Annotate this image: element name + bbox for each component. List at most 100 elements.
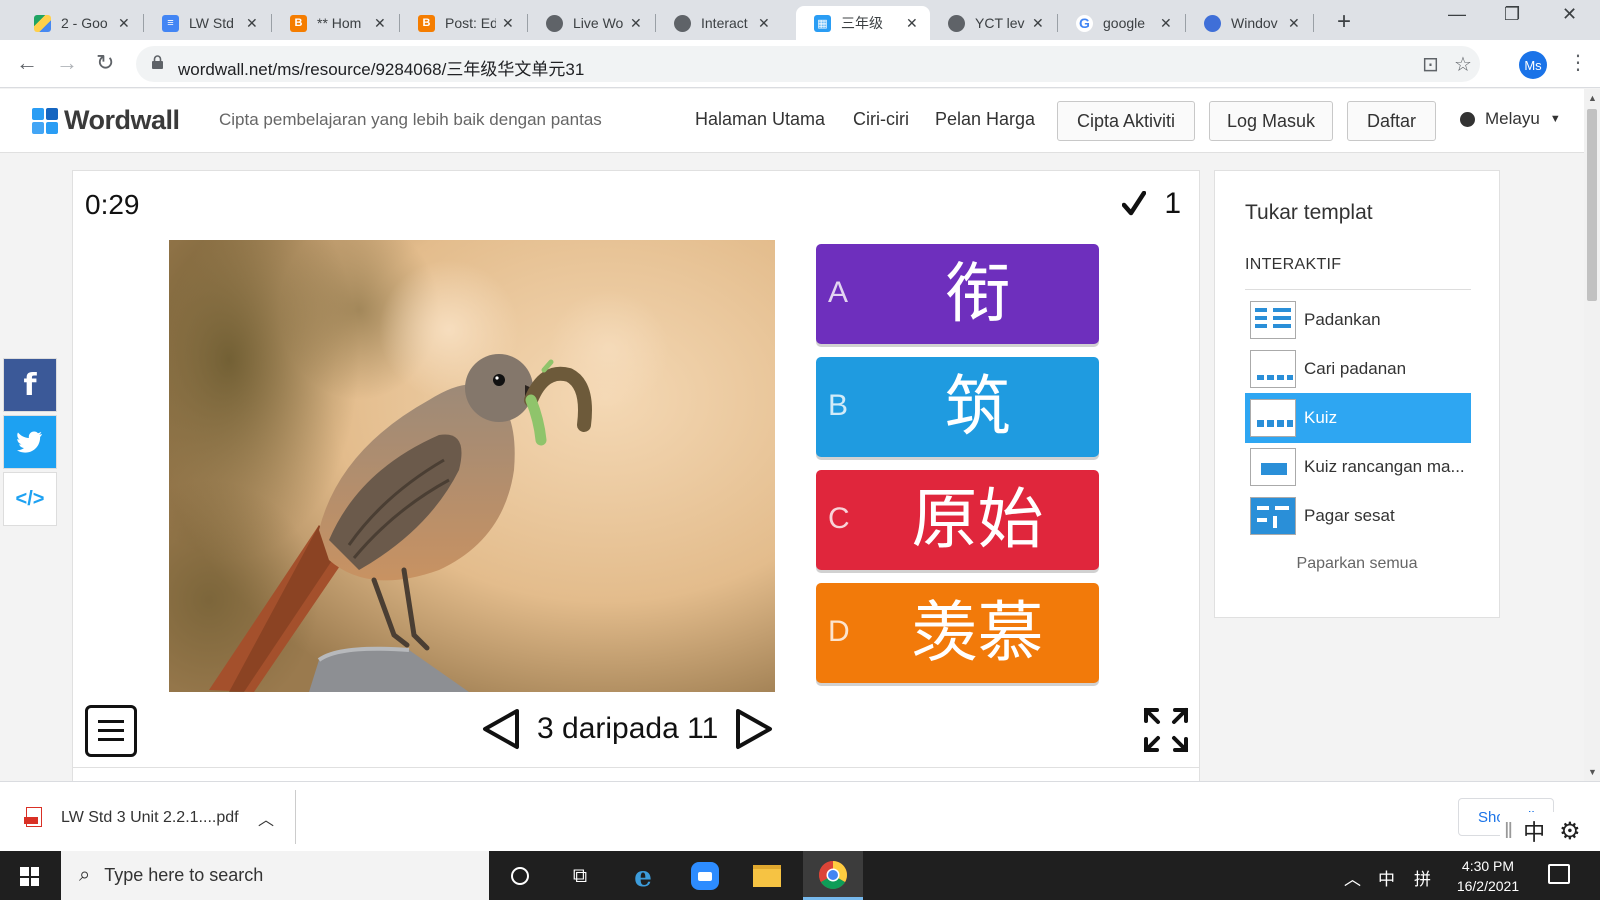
close-icon[interactable]: ✕ (374, 15, 390, 32)
gameshow-quiz-template-icon (1250, 448, 1296, 486)
template-item-gameshow-quiz[interactable]: Kuiz rancangan ma... (1245, 442, 1471, 492)
lock-icon (152, 55, 163, 69)
browser-tab[interactable]: Interact ✕ (656, 6, 782, 40)
template-item-find-match[interactable]: Cari padanan (1245, 344, 1471, 394)
download-separator (295, 790, 296, 844)
notifications-icon[interactable] (1548, 864, 1570, 884)
tray-chevron-up-icon[interactable]: ︿ (1344, 865, 1361, 890)
ime-language-indicator[interactable]: 中 (1378, 865, 1395, 890)
language-selector[interactable]: Melayu ▼ (1460, 109, 1561, 129)
bird-with-caterpillar-image (169, 240, 775, 692)
template-item-label: Pagar sesat (1304, 506, 1395, 525)
close-icon[interactable]: ✕ (118, 15, 134, 32)
nav-home-link[interactable]: Halaman Utama (695, 109, 825, 130)
scroll-up-icon[interactable]: ▲ (1588, 93, 1597, 103)
google-docs-icon: ≡ (162, 14, 179, 32)
browser-tab[interactable]: Live Wo ✕ (528, 6, 654, 40)
previous-question-icon[interactable] (481, 707, 521, 751)
address-bar[interactable]: wordwall.net/ms/resource/9284068/三年级华文单元… (136, 46, 1480, 82)
restore-icon[interactable]: ❐ (1504, 4, 1520, 25)
file-explorer-icon[interactable] (752, 861, 782, 891)
forward-icon[interactable]: → (56, 50, 78, 76)
answer-option-b[interactable]: B 筑 (816, 357, 1099, 457)
answer-option-a[interactable]: A 衔 (816, 244, 1099, 344)
zoom-app-icon[interactable] (690, 861, 720, 891)
back-icon[interactable]: ← (16, 50, 38, 76)
answer-letter: A (828, 276, 849, 309)
download-filename[interactable]: LW Std 3 Unit 2.2.1....pdf (61, 809, 239, 827)
caret-down-icon: ▼ (1549, 113, 1561, 125)
browser-tab[interactable]: ≡ LW Std ✕ (144, 6, 270, 40)
answer-option-d[interactable]: D 羡慕 (816, 583, 1099, 683)
reload-icon[interactable]: ↻ (96, 50, 114, 76)
page-scrollbar[interactable]: ▲ ▼ (1584, 89, 1600, 781)
show-all-templates-link[interactable]: Paparkan semua (1215, 555, 1499, 573)
template-item-maze-chase[interactable]: Pagar sesat (1245, 491, 1471, 541)
close-icon[interactable]: ✕ (1032, 15, 1048, 32)
login-button[interactable]: Log Masuk (1209, 101, 1333, 141)
close-icon[interactable]: ✕ (1288, 15, 1304, 32)
menu-button[interactable] (85, 705, 137, 757)
taskbar-search-box[interactable]: ⌕ Type here to search (61, 851, 489, 900)
close-icon[interactable]: ✕ (1160, 15, 1176, 32)
close-icon[interactable]: ✕ (630, 15, 646, 32)
chevron-up-icon[interactable]: ︿ (258, 806, 274, 830)
ime-pinyin-indicator[interactable]: 拼 (1414, 865, 1431, 890)
chrome-taskbar-button[interactable] (803, 851, 863, 900)
edge-browser-icon[interactable]: e (628, 860, 658, 893)
pdf-file-icon (24, 807, 42, 827)
answer-option-c[interactable]: C 原始 (816, 470, 1099, 570)
system-clock[interactable]: 4:30 PM 16/2/2021 (1440, 856, 1536, 896)
blogger-icon: B (290, 14, 307, 32)
minimize-icon[interactable]: — (1448, 4, 1466, 25)
translate-icon[interactable]: ⊡ (1422, 52, 1439, 77)
template-item-match[interactable]: Padankan (1245, 295, 1471, 345)
browser-tab[interactable]: B Post: Ed ✕ (400, 6, 526, 40)
browser-tab[interactable]: YCT lev ✕ (930, 6, 1056, 40)
browser-tab-active[interactable]: ▦ 三年级 ✕ (796, 6, 930, 40)
fullscreen-icon[interactable] (1143, 707, 1189, 753)
nav-features-link[interactable]: Ciri-ciri (853, 109, 909, 130)
answer-text: 衔 (944, 255, 1011, 332)
facebook-share-button[interactable]: f (3, 358, 57, 412)
search-icon: ⌕ (79, 864, 91, 886)
profile-avatar[interactable]: Ms (1519, 51, 1547, 79)
template-item-label: Padankan (1304, 310, 1381, 329)
twitter-share-button[interactable] (3, 415, 57, 469)
signup-button[interactable]: Daftar (1347, 101, 1436, 141)
scroll-down-icon[interactable]: ▼ (1588, 767, 1597, 777)
close-icon[interactable]: ✕ (906, 15, 922, 32)
embed-share-button[interactable]: </> (3, 472, 57, 526)
close-icon[interactable]: ✕ (502, 15, 518, 32)
ime-settings-icon[interactable]: ⚙ (1559, 817, 1581, 846)
next-question-icon[interactable] (734, 707, 774, 751)
close-icon[interactable]: ✕ (758, 15, 774, 32)
twitter-icon (17, 431, 42, 453)
browser-tab[interactable]: 2 - Goo ✕ (16, 6, 142, 40)
answer-letter: B (828, 389, 849, 422)
quiz-template-icon (1250, 399, 1296, 437)
cortana-icon[interactable] (505, 861, 535, 891)
tab-separator (1313, 14, 1314, 32)
browser-tab[interactable]: G google ✕ (1058, 6, 1184, 40)
browser-tab[interactable]: Windov ✕ (1186, 6, 1312, 40)
globe-icon (948, 14, 965, 32)
ime-grip-icon: ‖ (1504, 818, 1514, 843)
wordwall-logo[interactable]: Wordwall (32, 105, 180, 136)
answer-text: 原始 (911, 481, 1044, 558)
create-activity-button[interactable]: Cipta Aktiviti (1057, 101, 1195, 141)
windows-icon (1204, 14, 1221, 32)
template-item-quiz[interactable]: Kuiz (1245, 393, 1471, 443)
browser-tab[interactable]: B ** Hom ✕ (272, 6, 398, 40)
close-icon[interactable]: ✕ (246, 15, 262, 32)
ime-mode-indicator[interactable]: 中 (1523, 815, 1545, 847)
language-label: Melayu (1485, 109, 1540, 128)
task-view-icon[interactable]: ⧉ (565, 861, 595, 891)
scrollbar-thumb[interactable] (1587, 109, 1597, 301)
new-tab-icon[interactable]: + (1337, 8, 1351, 36)
bookmark-star-icon[interactable]: ☆ (1454, 52, 1472, 77)
more-menu-icon[interactable]: ⋮ (1568, 50, 1588, 75)
windows-start-icon[interactable] (20, 867, 39, 886)
nav-pricing-link[interactable]: Pelan Harga (935, 109, 1035, 130)
window-close-icon[interactable]: ✕ (1562, 4, 1577, 25)
